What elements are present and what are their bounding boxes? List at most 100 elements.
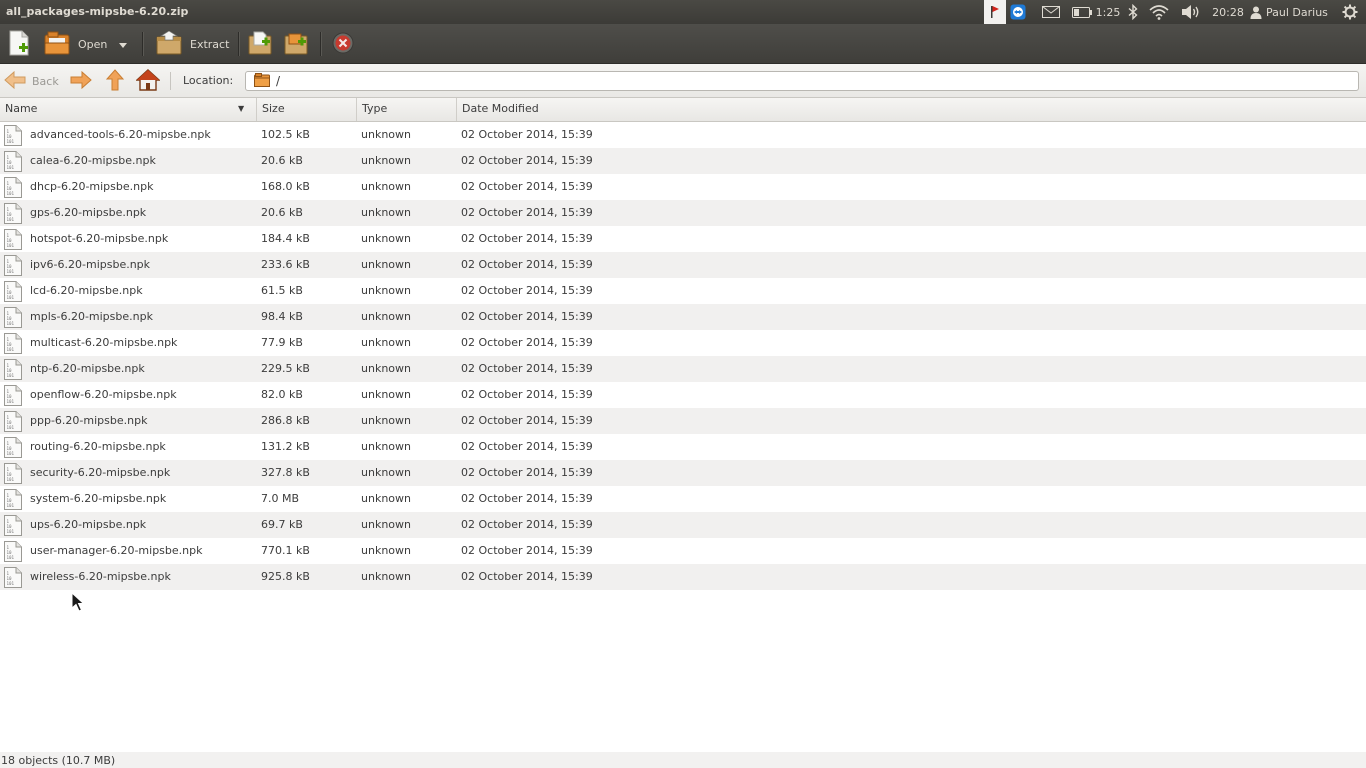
clock[interactable]: 20:28: [1208, 0, 1248, 24]
forward-arrow-icon: [70, 70, 92, 92]
file-name: ntp-6.20-mipsbe.npk: [30, 362, 145, 375]
extract-icon: [156, 30, 182, 58]
mail-icon[interactable]: [1040, 0, 1062, 24]
battery-indicator[interactable]: 1:25: [1070, 0, 1122, 24]
binary-file-icon: 1 10 101: [4, 437, 22, 461]
binary-file-icon: 1 10 101: [4, 567, 22, 591]
location-label: Location:: [183, 74, 234, 87]
file-type: unknown: [361, 232, 411, 245]
file-row[interactable]: 1 10 101 wireless-6.20-mipsbe.npk 925.8 kB…: [0, 564, 1366, 590]
file-date: 02 October 2014, 15:39: [461, 128, 593, 141]
file-row[interactable]: 1 10 101 user-manager-6.20-mipsbe.npk 770.…: [0, 538, 1366, 564]
file-row[interactable]: 1 10 101 ipv6-6.20-mipsbe.npk 233.6 kB unk…: [0, 252, 1366, 278]
binary-file-icon: 1 10 101: [4, 411, 22, 435]
location-field[interactable]: /: [245, 71, 1359, 91]
top-panel: all_packages-mipsbe-6.20.zip 1:25 20:28 …: [0, 0, 1366, 24]
file-row[interactable]: 1 10 101 calea-6.20-mipsbe.npk 20.6 kB unk…: [0, 148, 1366, 174]
bluetooth-icon[interactable]: [1124, 0, 1142, 24]
volume-icon[interactable]: [1178, 0, 1204, 24]
new-archive-icon: [8, 30, 30, 59]
binary-file-icon: 1 10 101: [4, 229, 22, 253]
file-size: 233.6 kB: [261, 258, 310, 271]
file-type: unknown: [361, 492, 411, 505]
svg-text:101: 101: [7, 217, 15, 222]
file-row[interactable]: 1 10 101 security-6.20-mipsbe.npk 327.8 kB…: [0, 460, 1366, 486]
status-text: 18 objects (10.7 MB): [1, 754, 116, 767]
binary-file-icon: 1 10 101: [4, 281, 22, 305]
file-name: ups-6.20-mipsbe.npk: [30, 518, 147, 531]
file-date: 02 October 2014, 15:39: [461, 388, 593, 401]
file-row[interactable]: 1 10 101 hotspot-6.20-mipsbe.npk 184.4 kB …: [0, 226, 1366, 252]
column-date-label: Date Modified: [462, 102, 539, 115]
file-date: 02 October 2014, 15:39: [461, 258, 593, 271]
new-archive-button[interactable]: [8, 30, 34, 58]
toolbar-separator: [142, 32, 143, 56]
flag-icon[interactable]: [984, 0, 1006, 24]
file-type: unknown: [361, 128, 411, 141]
home-button[interactable]: [134, 68, 162, 93]
session-gear-icon[interactable]: [1338, 0, 1362, 24]
file-type: unknown: [361, 206, 411, 219]
teamviewer-icon[interactable]: [1008, 0, 1028, 24]
open-recent-dropdown[interactable]: [116, 30, 130, 58]
file-row[interactable]: 1 10 101 openflow-6.20-mipsbe.npk 82.0 kB …: [0, 382, 1366, 408]
file-size: 61.5 kB: [261, 284, 303, 297]
file-size: 69.7 kB: [261, 518, 303, 531]
stop-button[interactable]: [332, 30, 358, 58]
file-type: unknown: [361, 310, 411, 323]
file-row[interactable]: 1 10 101 routing-6.20-mipsbe.npk 131.2 kB …: [0, 434, 1366, 460]
add-files-button[interactable]: [248, 30, 274, 58]
svg-text:101: 101: [7, 451, 15, 456]
binary-file-icon: 1 10 101: [4, 255, 22, 279]
window-title: all_packages-mipsbe-6.20.zip: [6, 5, 189, 18]
file-row[interactable]: 1 10 101 system-6.20-mipsbe.npk 7.0 MB unk…: [0, 486, 1366, 512]
file-size: 77.9 kB: [261, 336, 303, 349]
svg-text:101: 101: [7, 139, 15, 144]
svg-text:101: 101: [7, 243, 15, 248]
file-type: unknown: [361, 570, 411, 583]
open-button[interactable]: Open: [44, 30, 114, 58]
wifi-icon[interactable]: [1146, 0, 1172, 24]
extract-button[interactable]: Extract: [156, 30, 230, 58]
binary-file-icon: 1 10 101: [4, 151, 22, 175]
column-size-label: Size: [262, 102, 285, 115]
file-name: ppp-6.20-mipsbe.npk: [30, 414, 148, 427]
svg-text:101: 101: [7, 425, 15, 430]
file-size: 229.5 kB: [261, 362, 310, 375]
add-folder-button[interactable]: [284, 30, 310, 58]
svg-text:101: 101: [7, 165, 15, 170]
up-button[interactable]: [102, 68, 128, 94]
file-date: 02 October 2014, 15:39: [461, 154, 593, 167]
file-name: system-6.20-mipsbe.npk: [30, 492, 167, 505]
file-date: 02 October 2014, 15:39: [461, 518, 593, 531]
svg-text:101: 101: [7, 477, 15, 482]
column-type-header[interactable]: Type: [356, 98, 456, 121]
file-row[interactable]: 1 10 101 gps-6.20-mipsbe.npk 20.6 kB unkno…: [0, 200, 1366, 226]
file-row[interactable]: 1 10 101 ntp-6.20-mipsbe.npk 229.5 kB unkn…: [0, 356, 1366, 382]
svg-text:101: 101: [7, 191, 15, 196]
file-row[interactable]: 1 10 101 dhcp-6.20-mipsbe.npk 168.0 kB unk…: [0, 174, 1366, 200]
back-button[interactable]: Back: [4, 69, 62, 93]
up-arrow-icon: [105, 68, 125, 94]
file-row[interactable]: 1 10 101 mpls-6.20-mipsbe.npk 98.4 kB unkn…: [0, 304, 1366, 330]
file-row[interactable]: 1 10 101 ppp-6.20-mipsbe.npk 286.8 kB unkn…: [0, 408, 1366, 434]
file-date: 02 October 2014, 15:39: [461, 336, 593, 349]
file-name: dhcp-6.20-mipsbe.npk: [30, 180, 154, 193]
file-row[interactable]: 1 10 101 ups-6.20-mipsbe.npk 69.7 kB unkno…: [0, 512, 1366, 538]
binary-file-icon: 1 10 101: [4, 463, 22, 487]
file-name: advanced-tools-6.20-mipsbe.npk: [30, 128, 211, 141]
user-icon: [1250, 6, 1262, 19]
svg-text:101: 101: [7, 529, 15, 534]
column-size-header[interactable]: Size: [256, 98, 356, 121]
file-row[interactable]: 1 10 101 advanced-tools-6.20-mipsbe.npk 10…: [0, 122, 1366, 148]
toolbar-separator: [238, 32, 239, 56]
file-row[interactable]: 1 10 101 multicast-6.20-mipsbe.npk 77.9 kB…: [0, 330, 1366, 356]
file-row[interactable]: 1 10 101 lcd-6.20-mipsbe.npk 61.5 kB unkno…: [0, 278, 1366, 304]
column-date-header[interactable]: Date Modified: [456, 98, 1366, 121]
user-menu[interactable]: Paul Darius: [1250, 0, 1334, 24]
binary-file-icon: 1 10 101: [4, 515, 22, 539]
binary-file-icon: 1 10 101: [4, 307, 22, 331]
column-name-header[interactable]: Name: [0, 98, 256, 121]
file-name: ipv6-6.20-mipsbe.npk: [30, 258, 151, 271]
forward-button[interactable]: [68, 69, 94, 93]
